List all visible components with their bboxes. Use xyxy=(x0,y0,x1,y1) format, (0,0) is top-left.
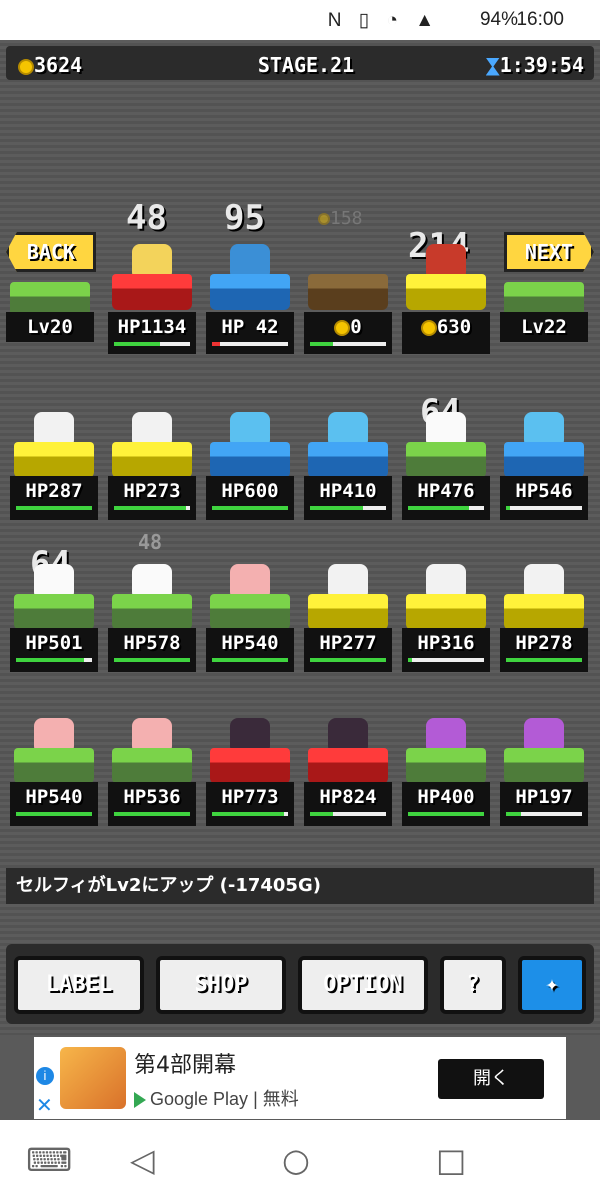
option-button[interactable]: OPTION xyxy=(298,956,428,1014)
damage-number: 95 xyxy=(224,198,265,238)
ad-open-button[interactable]: 開く xyxy=(438,1059,544,1099)
bottom-menu: LABEL SHOP OPTION ? ✦ xyxy=(6,944,594,1024)
status-icons: N ▯ ◔ ▲ xyxy=(327,10,440,31)
monster-slot[interactable]: HP536 xyxy=(108,714,196,828)
game-area: 3624 STAGE.21 1:39:54 BACK Lv20 48 HP113… xyxy=(0,40,600,1035)
monster-slot[interactable]: HP773 xyxy=(206,714,294,828)
empty-slot[interactable]: 0 xyxy=(304,240,392,354)
hourglass-icon xyxy=(485,57,500,76)
monster-slot[interactable]: HP824 xyxy=(304,714,392,828)
ad-title: 第4部開幕 xyxy=(134,1053,236,1078)
home-icon[interactable]: ○ xyxy=(282,1144,310,1176)
monster-slot[interactable]: HP400 xyxy=(402,714,490,828)
monster-slot[interactable]: HP476 xyxy=(402,408,490,522)
ad-close-icon[interactable]: ✕ xyxy=(36,1093,53,1118)
monster-slot[interactable]: HP287 xyxy=(10,408,98,522)
shop-button[interactable]: SHOP xyxy=(156,956,286,1014)
gamepad-icon[interactable]: ⌨ xyxy=(26,1144,72,1176)
monster-slot[interactable]: HP540 xyxy=(206,560,294,674)
navigation-bar: ⌨ ◁ ○ □ xyxy=(0,1120,600,1200)
back-icon[interactable]: ◁ xyxy=(130,1144,155,1176)
google-play-icon xyxy=(134,1092,146,1109)
ad-thumbnail xyxy=(60,1047,126,1109)
top-hud: 3624 STAGE.21 1:39:54 xyxy=(6,46,594,80)
monster-slot[interactable]: HP316 xyxy=(402,560,490,674)
monster-slot[interactable]: HP273 xyxy=(108,408,196,522)
battery-level: 94% xyxy=(479,9,518,30)
clock: 16:00 xyxy=(516,9,564,30)
timer-value: 1:39:54 xyxy=(499,53,584,77)
monster-slot[interactable]: HP540 xyxy=(10,714,98,828)
monster-slot[interactable]: HP600 xyxy=(206,408,294,522)
ad-store-line: Google Play | 無料 xyxy=(134,1085,299,1111)
monster-slot[interactable]: HP277 xyxy=(304,560,392,674)
monster-slot[interactable]: HP410 xyxy=(304,408,392,522)
help-button[interactable]: ? xyxy=(440,956,506,1014)
hp-text: HP1134 xyxy=(117,316,187,338)
monster-slot[interactable]: HP197 xyxy=(500,714,588,828)
ghost-coin-value: 158 xyxy=(318,208,363,229)
ad-info-icon[interactable]: i xyxy=(36,1067,54,1085)
event-message: セルフィがLv2にアップ (-17405G) xyxy=(6,868,594,904)
play-timer: 1:39:54 xyxy=(485,53,584,77)
status-bar: N ▯ ◔ ▲ 94% 16:00 xyxy=(0,0,600,40)
ad-banner[interactable]: i ✕ 第4部開幕 Google Play | 無料 開く xyxy=(34,1037,566,1119)
boss-slot[interactable]: 630 xyxy=(402,240,490,354)
party-slot-2[interactable]: HP 42 xyxy=(206,240,294,354)
slot-value: 630 xyxy=(402,316,490,338)
monster-slot[interactable]: HP278 xyxy=(500,560,588,674)
back-sign-button[interactable]: BACK xyxy=(6,232,96,272)
next-sign-button[interactable]: NEXT xyxy=(504,232,594,272)
monster-slot[interactable]: HP501 xyxy=(10,560,98,674)
twitter-bird-icon: ✦ xyxy=(545,972,559,997)
damage-number-small: 48 xyxy=(138,530,163,554)
next-level: Lv22 xyxy=(521,316,567,338)
back-level: Lv20 xyxy=(27,316,73,338)
slot-value: 0 xyxy=(304,316,392,338)
twitter-button[interactable]: ✦ xyxy=(518,956,586,1014)
hp-text: HP 42 xyxy=(221,316,279,338)
recents-icon[interactable]: □ xyxy=(436,1144,466,1176)
damage-number: 48 xyxy=(126,198,167,238)
party-slot-1[interactable]: HP1134 xyxy=(108,240,196,354)
monster-slot[interactable]: HP546 xyxy=(500,408,588,522)
label-button[interactable]: LABEL xyxy=(14,956,144,1014)
back-level-tile[interactable]: Lv20 xyxy=(6,278,94,342)
monster-slot[interactable]: HP578 xyxy=(108,560,196,674)
next-level-tile[interactable]: Lv22 xyxy=(500,278,588,342)
